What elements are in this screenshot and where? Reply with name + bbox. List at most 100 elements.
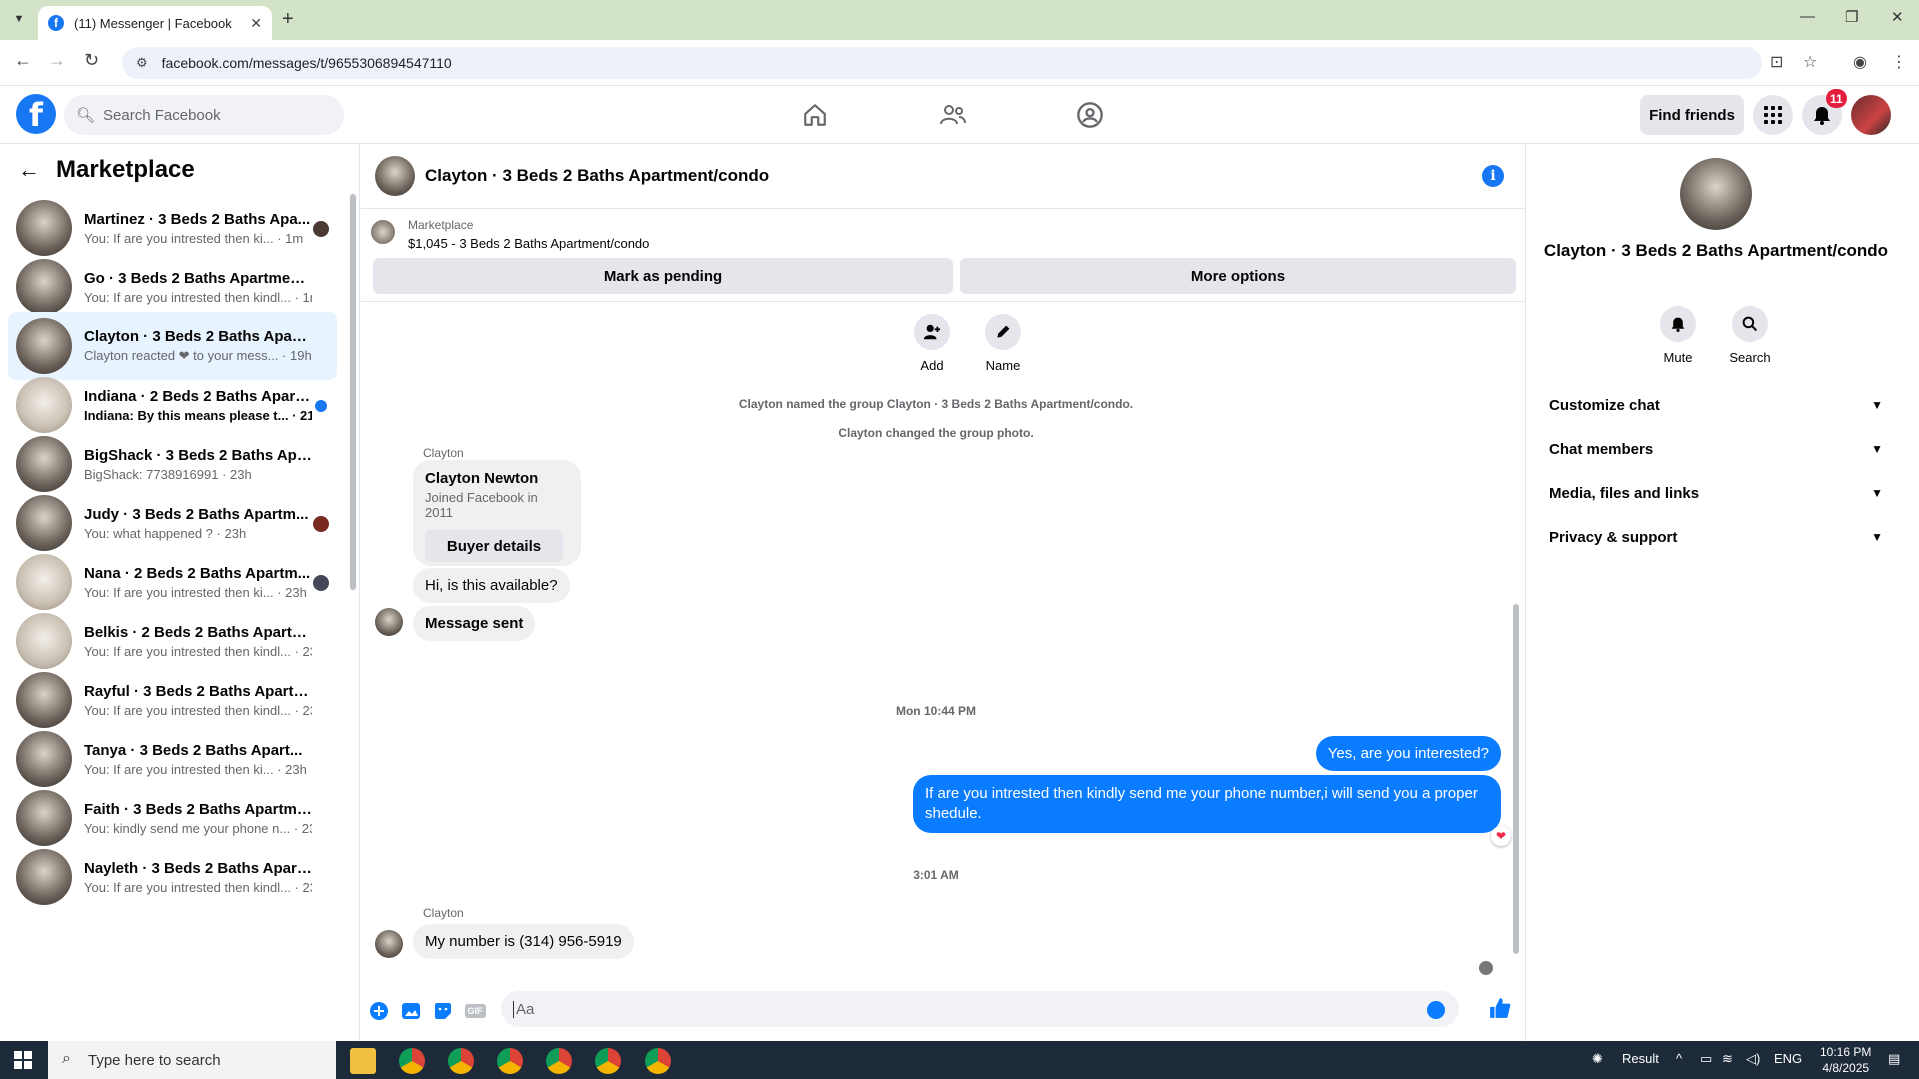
mute-label: Mute [1663, 350, 1693, 365]
system-app-icon[interactable]: ✺ [1592, 1051, 1603, 1067]
new-tab-icon[interactable]: + [282, 8, 294, 31]
listing-thumbnail[interactable] [371, 220, 395, 244]
add-member-action[interactable]: Add [902, 314, 962, 373]
conversation-item[interactable]: Nana · 2 Beds 2 Baths Apartm... You: If a… [8, 548, 337, 616]
back-icon[interactable]: ← [14, 50, 32, 71]
chat-title[interactable]: Clayton · 3 Beds 2 Baths Apartment/condo [425, 166, 769, 186]
heart-reaction-icon[interactable]: ❤ [1491, 826, 1511, 846]
minimize-icon[interactable]: — [1800, 8, 1815, 25]
conversation-preview: You: If are you intrested then ki... · 2… [84, 762, 312, 777]
preview-time: · 23h [222, 466, 252, 482]
tray-chevron-up-icon[interactable]: ^ [1676, 1051, 1682, 1066]
conversation-avatar [16, 318, 72, 374]
incoming-message[interactable]: Hi, is this available? [413, 568, 570, 603]
mark-as-pending-button[interactable]: Mark as pending [373, 258, 953, 294]
result-label[interactable]: Result [1622, 1051, 1659, 1066]
conversation-item[interactable]: Indiana · 2 Beds 2 Baths Apart... Indiana… [8, 371, 337, 439]
taskbar-search-input[interactable]: ⌕ Type here to search [48, 1041, 336, 1079]
conversation-preview: You: If are you intrested then kindl... … [84, 290, 312, 305]
sidebar-scrollbar[interactable] [350, 194, 356, 590]
outgoing-message[interactable]: Yes, are you interested? [1315, 736, 1501, 771]
listing-price[interactable]: $1,045 - 3 Beds 2 Baths Apartment/condo [408, 236, 649, 251]
browser-tab-active[interactable]: f (11) Messenger | Facebook ✕ [38, 6, 272, 40]
account-avatar[interactable] [1851, 95, 1891, 135]
network-icon[interactable]: ▭ [1700, 1051, 1712, 1067]
mute-button[interactable]: Mute [1648, 306, 1708, 365]
forward-icon[interactable]: → [48, 50, 66, 71]
outgoing-message[interactable]: If are you intrested then kindly send me… [913, 775, 1501, 833]
plus-circle-icon[interactable] [369, 1001, 389, 1021]
customize-chat-section[interactable]: Customize chat ▼ [1541, 387, 1891, 423]
chrome-icon-active[interactable] [645, 1048, 671, 1074]
file-explorer-icon[interactable] [350, 1048, 376, 1074]
conversation-item[interactable]: BigShack · 3 Beds 2 Baths Apart... BigSha… [8, 430, 337, 498]
conversation-item[interactable]: Tanya · 3 Beds 2 Baths Apart... You: If a… [8, 725, 337, 793]
group-avatar[interactable] [1680, 158, 1752, 230]
photo-icon[interactable] [401, 1001, 421, 1021]
conversation-name: Tanya · 3 Beds 2 Baths Apart... [84, 741, 303, 759]
thread-scrollbar[interactable] [1513, 604, 1519, 954]
message-thread: Add Name Clayton named the group Clayton… [361, 304, 1526, 979]
home-icon[interactable] [800, 100, 830, 130]
find-friends-button[interactable]: Find friends [1640, 95, 1744, 135]
buyer-details-button[interactable]: Buyer details [425, 530, 563, 562]
privacy-support-section[interactable]: Privacy & support ▼ [1541, 519, 1891, 555]
conversation-info-icon[interactable]: i [1482, 165, 1504, 187]
tab-search-chevron-icon[interactable]: ▼ [8, 8, 30, 30]
media-files-links-section[interactable]: Media, files and links ▼ [1541, 475, 1891, 511]
chrome-icon[interactable] [546, 1048, 572, 1074]
chrome-icon[interactable] [448, 1048, 474, 1074]
conversation-item[interactable]: Judy · 3 Beds 2 Baths Apartm... You: what… [8, 489, 337, 557]
window-close-icon[interactable]: ✕ [1891, 8, 1904, 26]
notification-center-icon[interactable]: ▤ [1888, 1051, 1900, 1067]
chat-avatar[interactable] [375, 156, 415, 196]
chrome-icon[interactable] [595, 1048, 621, 1074]
restore-icon[interactable]: ❐ [1845, 8, 1858, 26]
menu-grid-icon[interactable] [1753, 95, 1793, 135]
conversation-item[interactable]: Faith · 3 Beds 2 Baths Apartmen... You: k… [8, 784, 337, 852]
conversation-item[interactable]: Martinez · 3 Beds 2 Baths Apa... You: If … [8, 194, 337, 262]
message-input[interactable]: Aa [501, 991, 1459, 1027]
windows-start-icon[interactable] [14, 1051, 32, 1069]
conversation-name: Rayful · 3 Beds 2 Baths Apartme... [84, 682, 312, 700]
volume-icon[interactable]: ◁) [1746, 1051, 1760, 1067]
site-info-icon[interactable]: ⚙ [136, 55, 148, 71]
gif-icon[interactable]: GIF [464, 1001, 486, 1021]
conversation-item[interactable]: Nayleth · 3 Beds 2 Baths Apartm... You: I… [8, 843, 337, 911]
reload-icon[interactable]: ↻ [84, 50, 99, 71]
chrome-icon[interactable] [399, 1048, 425, 1074]
sender-avatar[interactable] [375, 930, 403, 958]
install-app-icon[interactable]: ⊡ [1770, 52, 1783, 72]
back-arrow-icon[interactable]: ← [18, 157, 40, 183]
conversation-item[interactable]: Go · 3 Beds 2 Baths Apartment/... You: If… [8, 253, 337, 321]
preview-text: Clayton reacted ❤ to your mess... [84, 348, 279, 363]
more-options-button[interactable]: More options [960, 258, 1516, 294]
groups-icon[interactable] [1075, 100, 1105, 130]
url-field[interactable]: ⚙ facebook.com/messages/t/96553068945471… [122, 47, 1762, 79]
conversation-item[interactable]: Belkis · 2 Beds 2 Baths Apartme... You: I… [8, 607, 337, 675]
search-in-conversation-button[interactable]: Search [1720, 306, 1780, 365]
friends-icon[interactable] [938, 100, 968, 130]
profile-icon[interactable]: ◉ [1853, 52, 1867, 72]
taskbar-clock[interactable]: 10:16 PM 4/8/2025 [1820, 1044, 1871, 1076]
chrome-icon[interactable] [497, 1048, 523, 1074]
facebook-logo-icon[interactable]: f [16, 94, 56, 134]
wifi-icon[interactable]: ≋ [1722, 1051, 1733, 1067]
chat-members-section[interactable]: Chat members ▼ [1541, 431, 1891, 467]
tab-close-icon[interactable]: ✕ [250, 15, 262, 32]
thumbs-up-icon[interactable] [1489, 997, 1511, 1025]
sticker-icon[interactable] [433, 1001, 453, 1021]
browser-menu-icon[interactable]: ⋮ [1891, 52, 1907, 72]
conversation-item[interactable]: Clayton · 3 Beds 2 Baths Apartm... Clayto… [8, 312, 337, 380]
conversation-avatar [16, 731, 72, 787]
name-group-action[interactable]: Name [973, 314, 1033, 373]
emoji-icon[interactable] [1427, 1001, 1445, 1019]
sender-avatar[interactable] [375, 608, 403, 636]
incoming-message[interactable]: Message sent [413, 606, 536, 641]
conversation-item[interactable]: Rayful · 3 Beds 2 Baths Apartme... You: I… [8, 666, 337, 734]
language-indicator[interactable]: ENG [1774, 1051, 1802, 1066]
incoming-message[interactable]: My number is (314) 956-5919 [413, 924, 634, 959]
sender-name: Clayton [423, 446, 464, 460]
facebook-search-input[interactable]: 🔍︎ Search Facebook [64, 95, 344, 135]
bookmark-star-icon[interactable]: ☆ [1803, 52, 1817, 72]
